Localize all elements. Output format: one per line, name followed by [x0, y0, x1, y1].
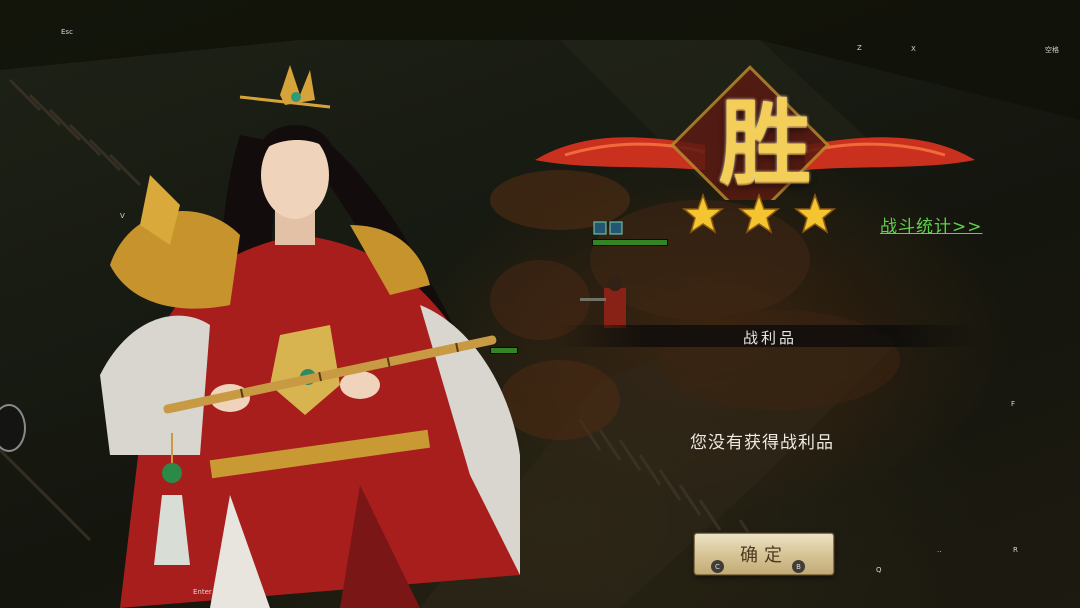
- hotkey-z: Z: [857, 44, 862, 52]
- no-loot-message: 您没有获得战利品: [690, 433, 834, 453]
- victory-title: 胜: [718, 89, 811, 197]
- hotkey-space: 空格: [1045, 46, 1059, 54]
- loot-title: 战利品: [742, 329, 797, 347]
- hotkey-v: V: [120, 212, 125, 220]
- hotkey-f: F: [1011, 400, 1016, 408]
- hotkey-b-badge: B: [792, 560, 805, 573]
- star-1-icon: [682, 193, 724, 234]
- hotkey-r: R: [1013, 546, 1018, 554]
- hero-portrait: [100, 65, 520, 608]
- hotkey-c-badge: C: [711, 560, 724, 573]
- hotkey-esc: Esc: [61, 28, 73, 36]
- star-3-icon: [794, 193, 836, 234]
- hotkey-dots: ..: [937, 546, 942, 554]
- confirm-button-label: 确定: [740, 545, 788, 566]
- hotkey-q: Q: [876, 566, 882, 574]
- loot-header-bar: 战利品: [560, 325, 980, 347]
- battle-stats-link[interactable]: 战斗统计>>: [880, 212, 983, 237]
- hotkey-x: X: [911, 45, 916, 53]
- star-2-icon: [738, 193, 780, 234]
- hotkey-enter: Enter: [193, 588, 212, 596]
